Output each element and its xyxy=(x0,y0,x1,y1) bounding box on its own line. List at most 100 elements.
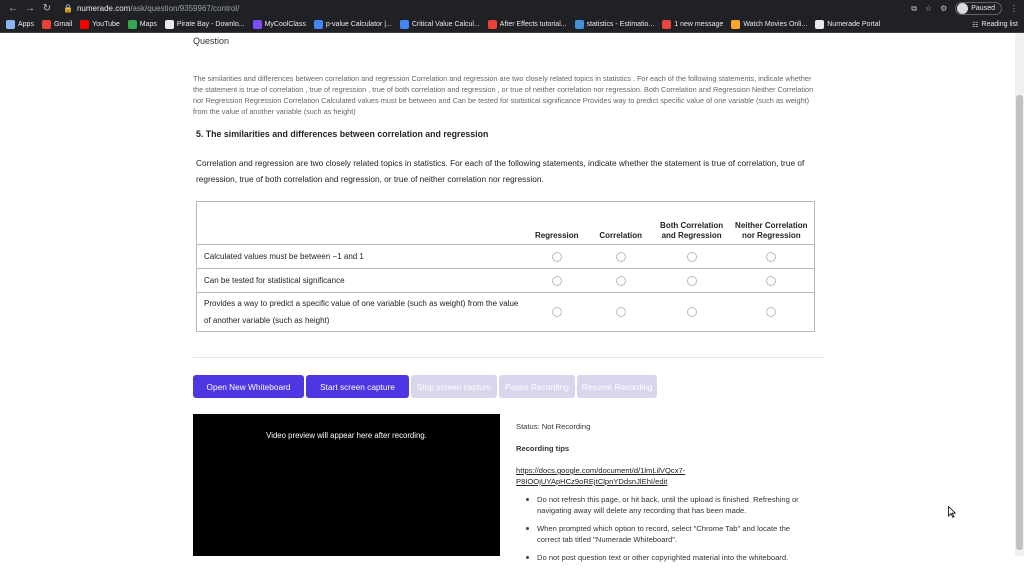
radio-both[interactable] xyxy=(686,275,697,286)
radio-both[interactable] xyxy=(686,307,697,318)
bookmark-label: Critical Value Calcul... xyxy=(411,21,480,28)
bookmark-item[interactable]: YouTube xyxy=(80,20,120,29)
recording-tips-heading: Recording tips xyxy=(516,444,570,453)
bookmark-item[interactable]: MyCoolClass xyxy=(252,20,306,29)
bookmark-label: p-value Calculator |... xyxy=(325,21,392,28)
bookmarks-bar: Apps Gmail YouTube Maps Pirate Bay - Downlo.… xyxy=(0,17,1024,33)
table-row: Can be tested for statistical significan… xyxy=(195,268,815,293)
bookmark-label: After Effects tutorial... xyxy=(499,21,567,28)
start-capture-button[interactable]: Start screen capture xyxy=(306,375,409,398)
column-header-neither: Neither Correlation nor Regression xyxy=(728,201,815,245)
bookmark-label: Maps xyxy=(139,21,157,28)
lock-icon: 🔒 xyxy=(63,4,73,13)
recording-tips-link[interactable]: https://docs.google.com/document/d/1lmLi… xyxy=(516,465,706,487)
statement-label: Can be tested for statistical significan… xyxy=(195,268,527,293)
url-path: /ask/question/9359967/control/ xyxy=(130,4,240,13)
radio-neither[interactable] xyxy=(766,251,777,262)
bookmark-icon xyxy=(80,20,90,29)
column-header-both: Both Correlation and Regression xyxy=(654,201,729,245)
browser-toolbar: ← → ↻ 🔒 numerade.com/ask/question/935996… xyxy=(0,0,1024,17)
bookmark-label: Numerade Portal xyxy=(827,21,881,28)
bookmark-item[interactable]: Critical Value Calcul... xyxy=(399,20,480,29)
bookmark-label: Apps xyxy=(18,21,34,28)
video-preview: Video preview will appear here after rec… xyxy=(193,414,500,556)
bookmark-item[interactable]: Maps xyxy=(127,20,157,29)
radio-correlation[interactable] xyxy=(615,275,626,286)
bookmark-icon xyxy=(313,20,323,29)
pause-recording-button[interactable]: Pause Recording xyxy=(499,375,575,398)
list-item: When prompted which option to record, se… xyxy=(516,523,806,545)
bookmark-item[interactable]: After Effects tutorial... xyxy=(487,20,567,29)
bookmark-label: MyCoolClass xyxy=(264,21,306,28)
avatar xyxy=(957,3,969,14)
radio-regression[interactable] xyxy=(551,275,562,286)
table-row: Provides a way to predict a specific val… xyxy=(195,292,815,332)
bookmark-icon xyxy=(6,20,15,29)
bookmark-item[interactable]: Watch Movies Onli... xyxy=(731,20,807,29)
bookmark-icon xyxy=(731,20,741,29)
bookmark-label: Watch Movies Onli... xyxy=(743,21,808,28)
address-bar[interactable]: 🔒 numerade.com/ask/question/9359967/cont… xyxy=(63,4,239,13)
scrollbar[interactable] xyxy=(1015,33,1024,556)
table-row: Calculated values must be between −1 and… xyxy=(195,244,815,269)
radio-both[interactable] xyxy=(686,251,697,262)
bookmark-label: statistics - Estimatio... xyxy=(586,21,655,28)
share-icon[interactable]: ⧉ xyxy=(911,4,917,14)
recording-status: Status: Not Recording xyxy=(516,422,591,431)
radio-neither[interactable] xyxy=(766,275,777,286)
reading-list-icon: ☷ xyxy=(972,21,979,29)
back-icon[interactable]: ← xyxy=(6,2,20,16)
bookmark-icon xyxy=(252,20,262,29)
statement-header xyxy=(195,201,527,245)
resume-recording-button[interactable]: Resume Recording xyxy=(577,375,657,398)
list-item: Do not refresh this page, or hit back, u… xyxy=(516,494,806,516)
bookmark-icon xyxy=(815,20,825,29)
video-placeholder: Video preview will appear here after rec… xyxy=(266,431,427,440)
bookmark-item[interactable]: Numerade Portal xyxy=(815,20,880,29)
reading-list[interactable]: ☷ Reading list xyxy=(972,21,1018,29)
divider xyxy=(193,357,824,358)
column-header-correlation: Correlation xyxy=(586,201,655,245)
bookmark-icon xyxy=(662,20,672,29)
answer-grid: Regression Correlation Both Correlation … xyxy=(195,201,815,332)
bookmark-item[interactable]: p-value Calculator |... xyxy=(313,20,392,29)
recording-tips-list: Do not refresh this page, or hit back, u… xyxy=(516,494,806,570)
mouse-cursor-icon xyxy=(948,506,956,518)
radio-regression[interactable] xyxy=(551,307,562,318)
scrollbar-thumb[interactable] xyxy=(1016,95,1023,550)
url-host: numerade.com xyxy=(76,4,131,13)
question-text: The similarities and differences between… xyxy=(193,74,814,116)
bookmark-item[interactable]: 1 new message xyxy=(662,20,723,29)
menu-icon[interactable]: ⋮ xyxy=(1010,4,1018,13)
question-card: 5. The similarities and differences betw… xyxy=(193,125,823,359)
reload-icon[interactable]: ↻ xyxy=(40,2,54,16)
bookmark-item[interactable]: statistics - Estimatio... xyxy=(574,20,655,29)
statement-label: Provides a way to predict a specific val… xyxy=(195,292,527,332)
radio-neither[interactable] xyxy=(766,307,777,318)
bookmark-icon xyxy=(574,20,584,29)
bookmark-icon xyxy=(399,20,409,29)
profile-button[interactable]: Paused xyxy=(955,2,1002,15)
bookmark-icon xyxy=(41,20,51,29)
extensions-icon[interactable]: ⚙ xyxy=(940,4,947,13)
reading-list-label: Reading list xyxy=(981,21,1018,28)
open-whiteboard-button[interactable]: Open New Whiteboard xyxy=(193,375,304,398)
bookmark-icon xyxy=(127,20,137,29)
radio-regression[interactable] xyxy=(551,251,562,262)
radio-correlation[interactable] xyxy=(615,307,626,318)
bookmark-icon xyxy=(487,20,497,29)
card-title: 5. The similarities and differences betw… xyxy=(196,129,489,139)
question-label: Question xyxy=(193,36,230,46)
page-content: Question The similarities and difference… xyxy=(0,33,1024,562)
bookmark-item[interactable]: Gmail xyxy=(41,20,73,29)
radio-correlation[interactable] xyxy=(615,251,626,262)
bookmark-item[interactable]: Apps xyxy=(6,20,34,29)
card-description: Correlation and regression are two close… xyxy=(196,158,805,184)
forward-icon[interactable]: → xyxy=(23,2,37,16)
star-icon[interactable]: ☆ xyxy=(925,4,932,13)
bookmark-item[interactable]: Pirate Bay - Downlo... xyxy=(164,20,245,29)
profile-label: Paused xyxy=(971,5,995,12)
bookmark-icon xyxy=(164,20,174,29)
bookmark-label: Gmail xyxy=(53,21,73,28)
stop-capture-button[interactable]: Stop screen capture xyxy=(411,375,497,398)
